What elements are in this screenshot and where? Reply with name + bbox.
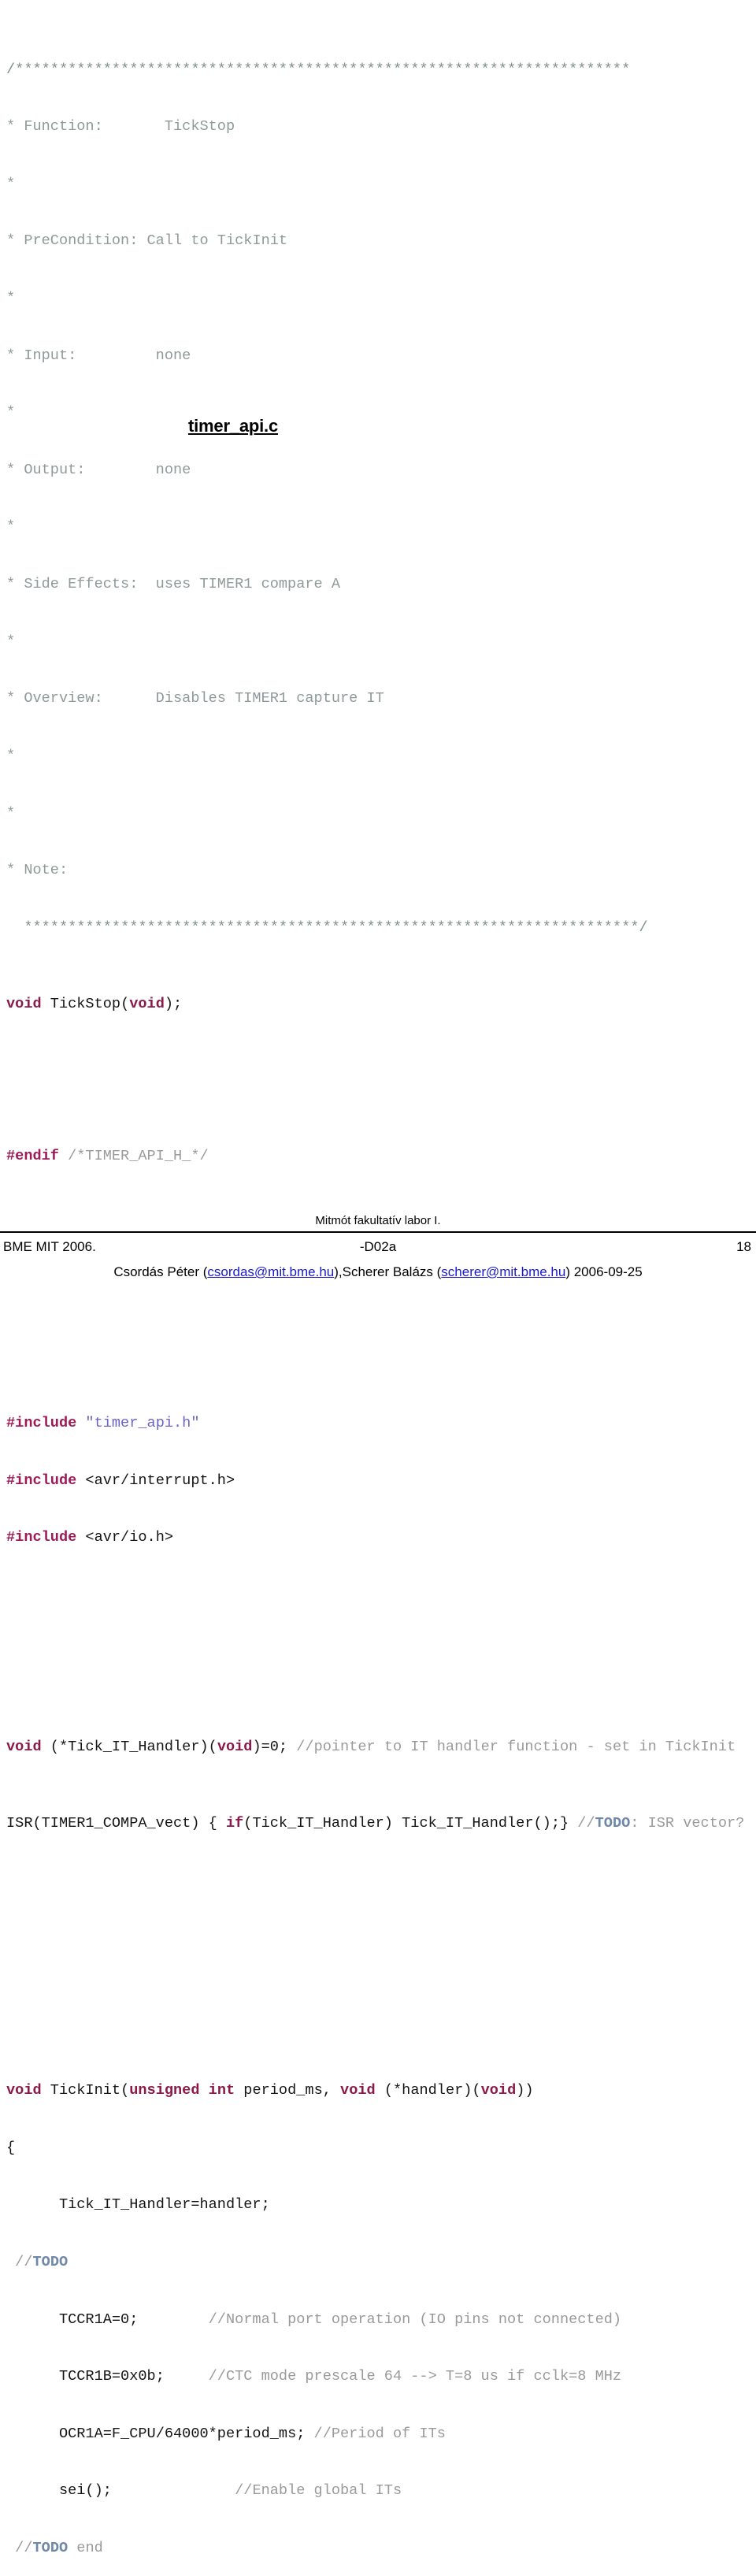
comment-line-star-7: * bbox=[6, 804, 16, 822]
include-target-2: <avr/interrupt.h> bbox=[76, 1472, 235, 1489]
tickinit-todo-open: //TODO bbox=[6, 2253, 750, 2272]
include-avr-interrupt-h: #include <avr/interrupt.h> bbox=[6, 1472, 750, 1490]
comment-line-precondition: * PreCondition: Call to TickInit bbox=[6, 232, 288, 250]
comment-line-input: * Input: none bbox=[6, 347, 191, 364]
todo-slashes-tickinit-open: // bbox=[15, 2253, 33, 2270]
keyword-void-handler-1: void bbox=[6, 1739, 42, 1756]
footer-divider bbox=[0, 1231, 756, 1233]
code-listing: /***************************************… bbox=[6, 3, 750, 2576]
keyword-void-handler-2: void bbox=[217, 1739, 253, 1756]
comment-line-star-1: * bbox=[6, 175, 16, 192]
keyword-void-tickinit-3: void bbox=[480, 2082, 517, 2099]
blank-line-5 bbox=[6, 1605, 750, 1624]
todo-slashes-tickinit-close: // bbox=[15, 2540, 33, 2557]
blank-line-7 bbox=[6, 1891, 750, 1910]
include-target-3: <avr/io.h> bbox=[76, 1529, 174, 1546]
endif-guard-comment: /*TIMER_API_H_*/ bbox=[58, 1148, 209, 1165]
keyword-void: void bbox=[6, 995, 42, 1012]
tickinit-assign-handler: Tick_IT_Handler=handler; bbox=[6, 2196, 270, 2214]
tickinit-todo-close: //TODO end bbox=[6, 2539, 750, 2558]
keyword-if: if bbox=[225, 1815, 244, 1832]
handler-pointer-init: )=0; bbox=[252, 1739, 297, 1756]
tickstop-prototype-end: ); bbox=[164, 995, 183, 1012]
footer-course-title: Mitmót fakultatív labor I. bbox=[315, 1214, 441, 1227]
tickinit-sei: sei(); //Enable global ITs bbox=[6, 2481, 750, 2500]
comment-banner-open: /***************************************… bbox=[6, 61, 631, 78]
footer-document-code: -D02a bbox=[359, 1239, 397, 1254]
isr-comment-slashes: // bbox=[577, 1815, 595, 1832]
tickinit-name: TickInit( bbox=[41, 2082, 130, 2099]
tickinit-signature: void TickInit(unsigned int period_ms, vo… bbox=[6, 2081, 750, 2100]
preprocessor-include-1: #include bbox=[6, 1415, 77, 1432]
footer-author-1-name: Csordás Péter ( bbox=[113, 1264, 208, 1279]
comment-line-output: * Output: none bbox=[6, 461, 191, 478]
keyword-void-param: void bbox=[129, 995, 165, 1012]
tickinit-ocr1a-comment: //Period of ITs bbox=[313, 2425, 446, 2442]
footer-author-1-email-link[interactable]: csordas@mit.bme.hu bbox=[207, 1264, 334, 1279]
preprocessor-include-3: #include bbox=[6, 1529, 77, 1546]
tickinit-signature-end: )) bbox=[516, 2082, 534, 2099]
footer-main-row: BME MIT 2006. -D02a 18 bbox=[0, 1239, 756, 1258]
tickinit-open-brace: { bbox=[6, 2139, 16, 2156]
tickinit-sei-comment: //Enable global ITs bbox=[235, 2482, 402, 2500]
tickinit-sei-code: sei(); bbox=[6, 2482, 235, 2500]
tickinit-param-handler: (*handler)( bbox=[375, 2082, 481, 2099]
tickinit-tccr1a-code: TCCR1A=0; bbox=[6, 2311, 209, 2328]
footer-authors-separator: ),Scherer Balázs ( bbox=[334, 1264, 442, 1279]
todo-suffix-tickinit: end bbox=[68, 2540, 103, 2557]
comment-line-star-5: * bbox=[6, 633, 16, 650]
handler-pointer-comment: //pointer to IT handler function - set i… bbox=[296, 1739, 736, 1756]
tickstop-prototype: void TickStop(void); bbox=[6, 995, 750, 1014]
tickinit-tccr1b-code: TCCR1B=0x0b; bbox=[6, 2368, 209, 2385]
todo-marker-tickinit-close: TODO bbox=[32, 2540, 69, 2557]
isr-comment-text: : ISR vector? bbox=[630, 1815, 745, 1832]
tickinit-tccr1b-comment: //CTC mode prescale 64 --> T=8 us if ccl… bbox=[208, 2368, 622, 2385]
blank-line-1 bbox=[6, 1071, 750, 1089]
comment-line-star-2: * bbox=[6, 290, 16, 307]
comment-banner-close: ****************************************… bbox=[6, 919, 648, 936]
tickinit-tccr1a: TCCR1A=0; //Normal port operation (IO pi… bbox=[6, 2311, 750, 2329]
include-avr-io-h: #include <avr/io.h> bbox=[6, 1528, 750, 1547]
footer-page-number: 18 bbox=[736, 1239, 751, 1254]
blank-line-8 bbox=[6, 1948, 750, 1967]
keyword-void-tickinit-2: void bbox=[340, 2082, 376, 2099]
footer-author-2-email-link[interactable]: scherer@mit.bme.hu bbox=[441, 1264, 565, 1279]
keyword-void-tickinit: void bbox=[6, 2082, 42, 2099]
comment-line-function: * Function: TickStop bbox=[6, 118, 235, 135]
comment-line-overview: * Overview: Disables TIMER1 capture IT bbox=[6, 690, 384, 707]
todo-marker-tickinit-open: TODO bbox=[32, 2253, 69, 2270]
tickinit-param-period: period_ms, bbox=[235, 2082, 341, 2099]
footer-date: ) 2006-09-25 bbox=[565, 1264, 643, 1279]
comment-line-side-effects: * Side Effects: uses TIMER1 compare A bbox=[6, 576, 341, 593]
handler-pointer-name: (*Tick_IT_Handler)( bbox=[41, 1739, 217, 1756]
include-timer-api-h: #include "timer_api.h" bbox=[6, 1414, 750, 1433]
keyword-unsigned-int: unsigned int bbox=[129, 2082, 235, 2099]
blank-line-9 bbox=[6, 2005, 750, 2024]
tickstop-prototype-name: TickStop( bbox=[41, 995, 130, 1012]
isr-body: (Tick_IT_Handler) Tick_IT_Handler();} bbox=[243, 1815, 578, 1832]
todo-marker-isr: TODO bbox=[595, 1815, 631, 1832]
blank-line-6 bbox=[6, 1662, 750, 1681]
footer-authors-line: Csordás Péter (csordas@mit.bme.hu),Scher… bbox=[0, 1264, 756, 1280]
comment-line-note: * Note: bbox=[6, 862, 69, 879]
preprocessor-include-2: #include bbox=[6, 1472, 77, 1489]
blank-line-3 bbox=[6, 1281, 750, 1300]
preprocessor-endif: #endif bbox=[6, 1148, 59, 1165]
comment-line-star-6: * bbox=[6, 747, 16, 764]
include-target-1: "timer_api.h" bbox=[76, 1415, 200, 1432]
isr-prefix: ISR(TIMER1_COMPA_vect) { bbox=[6, 1815, 226, 1832]
handler-pointer-declaration: void (*Tick_IT_Handler)(void)=0; //point… bbox=[6, 1738, 750, 1757]
blank-line-4 bbox=[6, 1338, 750, 1357]
endif-directive-line: #endif /*TIMER_API_H_*/ bbox=[6, 1147, 750, 1166]
comment-line-star-4: * bbox=[6, 518, 16, 536]
document-page: /***************************************… bbox=[0, 0, 756, 2556]
tickinit-tccr1a-comment: //Normal port operation (IO pins not con… bbox=[208, 2311, 622, 2328]
file-heading-timer-api-c: timer_api.c bbox=[188, 416, 278, 436]
isr-line: ISR(TIMER1_COMPA_vect) { if(Tick_IT_Hand… bbox=[6, 1814, 750, 1833]
tickinit-tccr1b: TCCR1B=0x0b; //CTC mode prescale 64 --> … bbox=[6, 2367, 750, 2386]
tickinit-ocr1a-code: OCR1A=F_CPU/64000*period_ms; bbox=[6, 2425, 314, 2442]
tickinit-ocr1a: OCR1A=F_CPU/64000*period_ms; //Period of… bbox=[6, 2425, 750, 2444]
